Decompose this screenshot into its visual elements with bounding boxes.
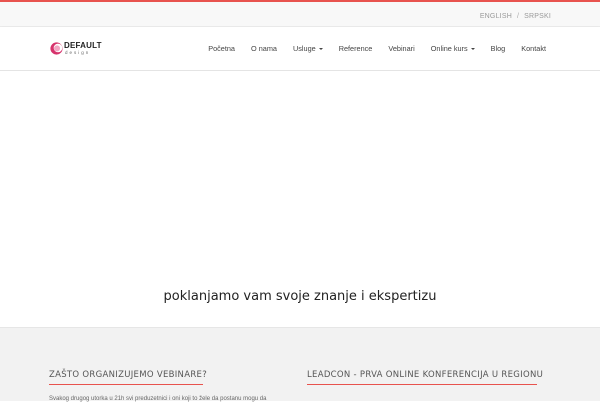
nav-item-label: Reference (338, 44, 373, 53)
nav-item-kontakt[interactable]: Kontakt (521, 44, 546, 53)
nav-item-blog[interactable]: Blog (491, 44, 506, 53)
nav-item-label: Blog (490, 44, 506, 53)
hero-tagline: poklanjamo vam svoje znanje i ekspertizu (163, 289, 437, 304)
caret-down-icon (318, 47, 323, 50)
title-underline (49, 384, 203, 385)
feature-title[interactable]: LEADCON - PRVA ONLINE KONFERENCIJA U REG… (307, 370, 543, 380)
nav-item-o-nama[interactable]: O nama (251, 44, 277, 53)
nav-item-usluge[interactable]: Usluge (293, 44, 323, 53)
feature-title[interactable]: ZAŠTO ORGANIZUJEMO VEBINARE? (49, 370, 266, 380)
caret-down-icon (470, 47, 475, 50)
lang-srpski-link[interactable]: SRPSKI (524, 13, 551, 20)
feature-column-webinars: ZAŠTO ORGANIZUJEMO VEBINARE? Svakog drug… (49, 370, 266, 402)
nav-item-label: Usluge (292, 44, 316, 53)
feature-text: Svakog drugog utorka u 21h svi preduzetn… (49, 396, 267, 402)
title-underline (307, 384, 537, 385)
nav-item-pocetna[interactable]: Početna (208, 44, 235, 53)
logo-subtitle: design (65, 50, 91, 55)
nav-item-label: Online kurs (430, 44, 468, 53)
nav-item-label: Kontakt (521, 44, 546, 53)
nav-item-label: Vebinari (388, 44, 415, 53)
main-navbar: DEFAULT design Početna O nama Usluge Ref… (0, 27, 600, 71)
language-switcher: ENGLISH / SRPSKI (480, 13, 551, 20)
feature-column-leadcon: LEADCON - PRVA ONLINE KONFERENCIJA U REG… (307, 370, 543, 396)
hero-section: poklanjamo vam svoje znanje i ekspertizu (0, 71, 600, 327)
logo-word: DEFAULT (64, 41, 102, 50)
nav-item-vebinari[interactable]: Vebinari (388, 44, 414, 53)
features-section: ZAŠTO ORGANIZUJEMO VEBINARE? Svakog drug… (0, 327, 600, 402)
logo-mark-icon (50, 42, 63, 55)
nav-item-label: Početna (208, 44, 235, 53)
nav-item-online-kurs[interactable]: Online kurs (431, 44, 475, 53)
logo[interactable]: DEFAULT design (49, 41, 109, 57)
nav-item-reference[interactable]: Reference (339, 44, 373, 53)
main-menu: Početna O nama Usluge Reference Vebinari… (208, 27, 546, 70)
lang-english-link[interactable]: ENGLISH (480, 13, 512, 20)
nav-item-label: O nama (251, 44, 277, 53)
lang-separator: / (516, 13, 520, 20)
top-bar: ENGLISH / SRPSKI (0, 0, 600, 27)
